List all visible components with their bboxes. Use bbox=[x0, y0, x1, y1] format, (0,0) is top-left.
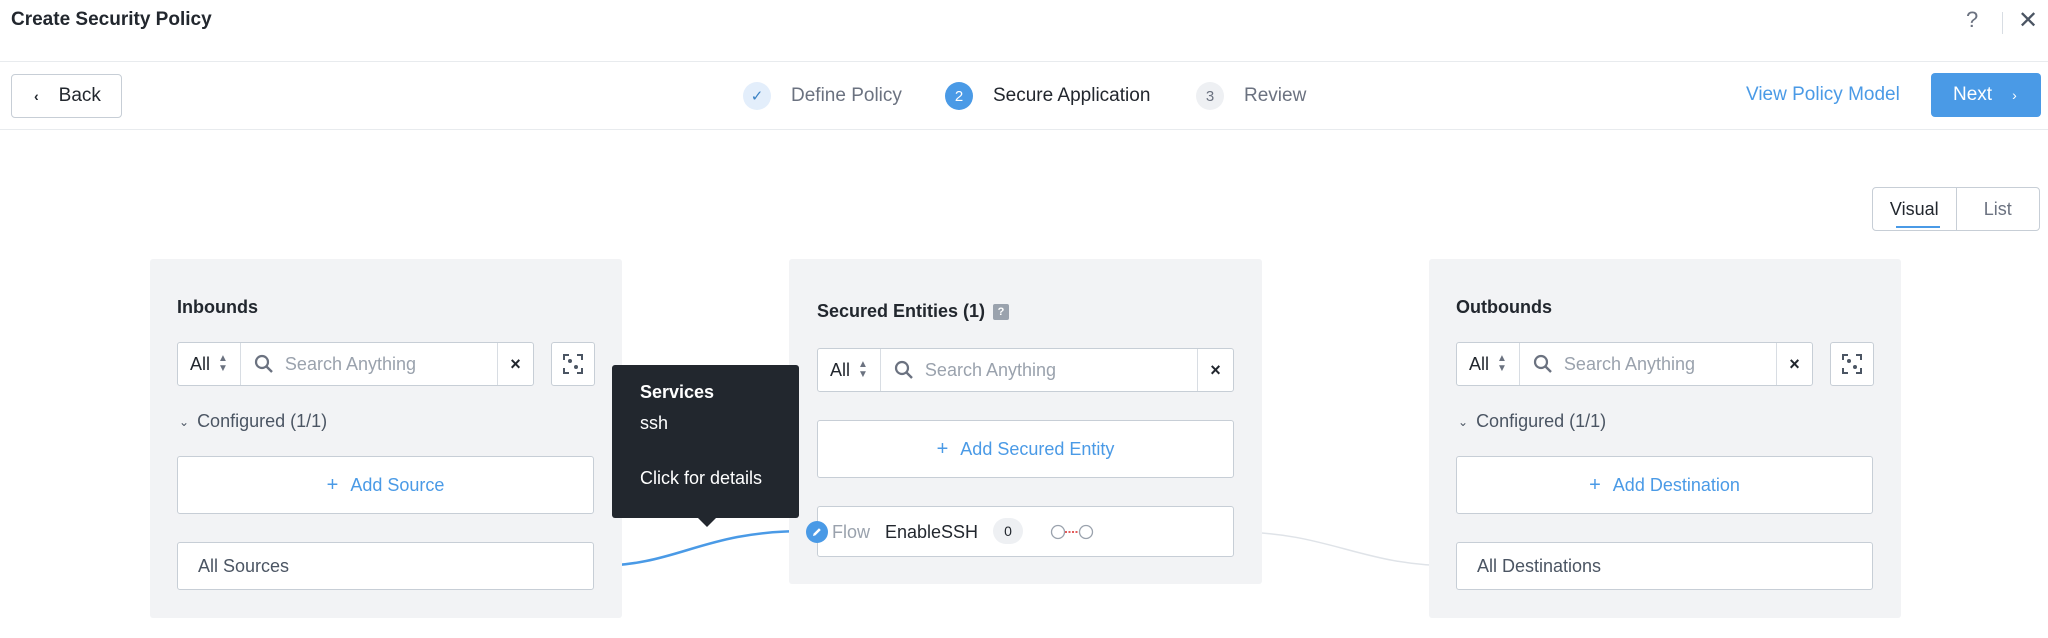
plus-icon: + bbox=[936, 437, 949, 460]
search-icon bbox=[894, 360, 913, 379]
sort-arrows-icon: ▲ ▼ bbox=[858, 359, 868, 380]
chevron-down-icon: ⌄ bbox=[1458, 414, 1469, 429]
secured-search-input[interactable]: Search Anything bbox=[915, 360, 1197, 381]
sort-arrows-icon: ▲ ▼ bbox=[1497, 353, 1507, 374]
secured-filter-select[interactable]: All ▲ ▼ bbox=[818, 349, 881, 391]
inbounds-title: Inbounds bbox=[177, 297, 258, 317]
outbounds-title: Outbounds bbox=[1456, 297, 1552, 317]
flow-toggle-icon[interactable] bbox=[1050, 524, 1094, 540]
tooltip-arrow bbox=[698, 518, 716, 527]
flow-name: EnableSSH bbox=[885, 522, 979, 542]
chevron-down-icon: ⌄ bbox=[179, 414, 190, 429]
add-destination-button[interactable]: + Add Destination bbox=[1456, 456, 1873, 514]
sort-arrows-icon: ▲ ▼ bbox=[218, 353, 228, 374]
filter-value: All bbox=[190, 353, 211, 374]
inbounds-search-bar: All ▲ ▼ Search Anything × bbox=[177, 342, 534, 386]
flow-prefix: Flow bbox=[832, 522, 871, 542]
outbounds-focus-button[interactable] bbox=[1830, 342, 1874, 386]
outbounds-configured-toggle[interactable]: ⌄ Configured (1/1) bbox=[1458, 411, 1606, 432]
inbound-link bbox=[593, 529, 807, 568]
clear-icon[interactable]: × bbox=[1776, 343, 1812, 385]
search-icon bbox=[254, 354, 273, 373]
inbounds-focus-button[interactable] bbox=[551, 342, 595, 386]
outbounds-search-input[interactable]: Search Anything bbox=[1554, 354, 1776, 375]
flow-count-badge: 0 bbox=[993, 518, 1023, 544]
pencil-icon[interactable] bbox=[806, 521, 828, 543]
focus-icon bbox=[563, 354, 583, 374]
clear-icon[interactable]: × bbox=[497, 343, 533, 385]
outbounds-search-bar: All ▲ ▼ Search Anything × bbox=[1456, 342, 1813, 386]
services-tooltip[interactable]: Services ssh Click for details bbox=[612, 365, 799, 527]
plus-icon: + bbox=[1589, 473, 1601, 496]
inbounds-configured-toggle[interactable]: ⌄ Configured (1/1) bbox=[179, 411, 327, 432]
add-secured-entity-label: Add Secured Entity bbox=[960, 438, 1115, 459]
filter-value: All bbox=[830, 359, 851, 380]
inbounds-search-input[interactable]: Search Anything bbox=[275, 354, 497, 375]
search-icon bbox=[1533, 354, 1552, 373]
add-secured-entity-button[interactable]: + Add Secured Entity bbox=[817, 420, 1234, 478]
tooltip-heading: Services bbox=[640, 382, 715, 402]
inbound-entity-all-sources[interactable]: All Sources bbox=[177, 542, 594, 590]
configured-label: Configured (1/1) bbox=[1476, 411, 1607, 431]
add-destination-label: Add Destination bbox=[1612, 474, 1740, 495]
plus-icon: + bbox=[326, 473, 339, 496]
entity-label: All Sources bbox=[198, 555, 290, 576]
add-source-button[interactable]: + Add Source bbox=[177, 456, 594, 514]
entity-label: All Destinations bbox=[1477, 555, 1602, 576]
filter-value: All bbox=[1469, 353, 1490, 374]
tooltip-details-link[interactable]: Click for details bbox=[640, 468, 771, 489]
clear-icon[interactable]: × bbox=[1197, 349, 1233, 391]
secured-search-bar: All ▲ ▼ Search Anything × bbox=[817, 348, 1234, 392]
outbound-link bbox=[1233, 531, 1457, 567]
configured-label: Configured (1/1) bbox=[197, 411, 328, 431]
secured-entities-title: Secured Entities (1)? bbox=[817, 301, 1010, 322]
secured-title-text: Secured Entities (1) bbox=[817, 301, 986, 321]
outbounds-filter-select[interactable]: All ▲ ▼ bbox=[1457, 343, 1520, 385]
help-icon[interactable]: ? bbox=[993, 304, 1010, 321]
inbounds-filter-select[interactable]: All ▲ ▼ bbox=[178, 343, 241, 385]
focus-icon bbox=[1842, 354, 1862, 374]
tooltip-service-value: ssh bbox=[640, 413, 669, 433]
outbound-entity-all-destinations[interactable]: All Destinations bbox=[1456, 542, 1873, 590]
flow-row-enablessh[interactable] bbox=[817, 506, 1234, 557]
add-source-label: Add Source bbox=[350, 474, 445, 495]
